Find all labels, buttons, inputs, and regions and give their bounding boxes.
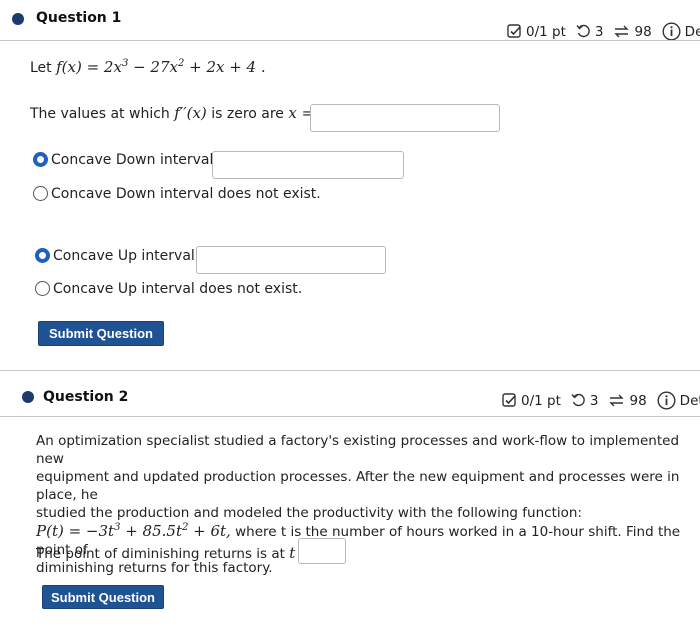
inflection-answer-input[interactable] [310,104,500,132]
concave-up-none-radio[interactable] [35,281,50,296]
question-1-details-link[interactable]: Deta [685,24,700,40]
question-1-retries: 3 [594,23,604,40]
question-1-problem: Let f(x) = 2x3 − 27x2 + 2x + 4 . [30,58,266,76]
question-2-bullet-icon [22,391,34,403]
concave-up-none-label: Concave Up interval does not exist. [53,281,303,297]
question-2-divider [0,416,700,417]
diminishing-returns-input[interactable] [298,538,346,564]
diminishing-returns-prompt: The point of diminishing returns is at t… [36,544,313,562]
concave-down-none-label: Concave Down interval does not exist. [51,186,321,202]
submissions-icon [614,25,630,38]
concave-down-none-radio[interactable] [33,186,48,201]
concave-down-interval-input[interactable] [212,151,404,179]
concave-up-interval-radio[interactable] [35,248,50,263]
info-icon[interactable] [662,22,681,41]
question-1-submit-button[interactable]: Submit Question [38,321,164,346]
question-1-submissions: 98 [634,23,652,40]
concave-up-interval-input[interactable] [196,246,386,274]
question-2-details-link[interactable]: Details [680,393,700,409]
retry-icon [571,393,585,407]
question-1-meta: 0/1 pt 3 98 Deta [507,22,700,41]
concave-down-interval-radio[interactable] [33,152,48,167]
concave-down-option-label: Concave Down interval is [51,152,229,168]
score-checkbox-icon [502,393,516,407]
question-2-submit-button[interactable]: Submit Question [42,585,164,609]
question-2-retries: 3 [589,392,599,409]
question-1-bullet-icon [12,13,24,25]
question-2-title: Question 2 [43,389,129,405]
question-1-header: Question 1 0/1 pt 3 98 Deta [0,0,700,41]
inflection-prompt: The values at which f′′(x) is zero are x… [30,104,315,122]
concave-up-option-label: Concave Up interval is [53,248,211,264]
retry-icon [576,24,590,38]
section-divider [0,370,700,371]
question-2-meta: 0/1 pt 3 98 Details [502,391,700,410]
question-2-submissions: 98 [629,392,647,409]
submissions-icon [609,394,625,407]
question-1-score: 0/1 pt [526,23,566,40]
question-1-title: Question 1 [36,10,122,26]
question-1-divider [0,40,700,41]
info-icon[interactable] [657,391,676,410]
score-checkbox-icon [507,24,521,38]
question-2-score: 0/1 pt [521,392,561,409]
